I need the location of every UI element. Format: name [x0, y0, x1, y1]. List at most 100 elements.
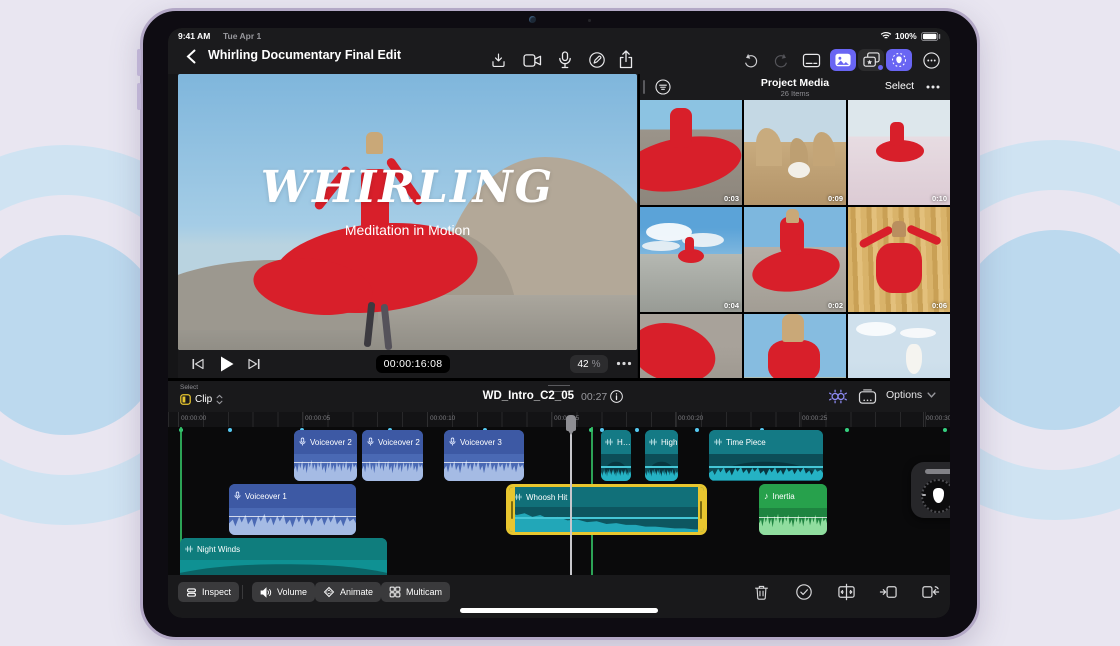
titles-button[interactable] [798, 49, 824, 71]
jog-wheel-button[interactable] [886, 49, 912, 71]
clip-voiceover2-b[interactable]: Voiceover 2 [362, 430, 423, 481]
import-icon[interactable] [490, 52, 507, 69]
undo-button[interactable] [738, 49, 764, 71]
media-thumbnail[interactable]: 0:03 [640, 100, 742, 205]
mic-clip-icon [449, 437, 456, 447]
clip-time-piece[interactable]: Time Piece [709, 430, 823, 481]
video-viewer[interactable]: WHIRLING Meditation in Motion [178, 74, 637, 350]
selected-clip-name: WD_Intro_C2_05 [418, 390, 574, 402]
clip-high-effect[interactable]: High… [645, 430, 678, 481]
clip-tool-label: Clip [195, 394, 212, 405]
clip-h-effect[interactable]: H… [601, 430, 631, 481]
trim-handle-left[interactable] [509, 487, 515, 532]
media-thumbnail[interactable] [640, 314, 742, 378]
tool-mode-label: Select [180, 384, 198, 391]
waveform-clip-icon [649, 437, 657, 447]
delete-button[interactable] [753, 583, 770, 601]
clip-tool-dropdown[interactable]: Clip [180, 394, 223, 405]
clip-voiceover2-a[interactable]: Voiceover 2 [294, 430, 357, 481]
clip-inertia[interactable]: ♪ Inertia [759, 484, 827, 535]
options-dropdown[interactable]: Options [886, 389, 936, 401]
timeline-tracks[interactable]: Voiceover 2 Voiceover 2 Voiceover 3 [168, 427, 950, 575]
skip-forward-icon[interactable] [248, 358, 260, 370]
viewer-more-icon[interactable] [616, 361, 632, 366]
media-thumbnail[interactable]: 0:06 [848, 207, 950, 312]
jog-wheel-dial[interactable] [921, 479, 950, 513]
multicam-button[interactable]: Multicam [381, 582, 450, 602]
camera-icon[interactable] [523, 53, 542, 68]
waveform-clip-icon [605, 437, 613, 447]
ruler-tick: 00:00:20 [678, 415, 703, 422]
volume-label: Volume [277, 587, 307, 597]
clip-tool-icon [180, 394, 191, 405]
skip-back-icon[interactable] [192, 358, 204, 370]
playhead-line[interactable] [570, 427, 572, 575]
zoom-level-control[interactable]: 42 % [570, 355, 608, 373]
split-clip-button[interactable] [837, 583, 856, 601]
approve-button[interactable] [795, 583, 813, 601]
options-label: Options [886, 389, 922, 401]
microphone-icon[interactable] [558, 51, 572, 69]
connect-clips-button[interactable] [828, 388, 848, 405]
clip-label: Voiceover 3 [460, 438, 502, 447]
screen: 9:41 AM Tue Apr 1 100% Whirling Document… [168, 28, 950, 618]
playhead-handle[interactable] [566, 415, 576, 431]
animate-label: Animate [340, 587, 373, 597]
media-thumbnail[interactable] [744, 314, 846, 378]
volume-button[interactable]: Volume [252, 582, 315, 602]
toolbar-divider [242, 585, 243, 599]
speaker-icon [260, 587, 272, 598]
trim-handle-right[interactable] [698, 487, 704, 532]
media-item-count: 26 Items [710, 89, 880, 98]
back-button[interactable] [186, 49, 197, 64]
panel-drag-handle[interactable] [643, 80, 645, 94]
share-icon[interactable] [618, 50, 634, 69]
append-clip-button[interactable] [921, 583, 940, 601]
clip-label: Inertia [773, 492, 795, 501]
inspect-button[interactable]: Inspect [178, 582, 239, 602]
transport-bar: 00:00:16:08 42 % [178, 350, 637, 378]
animate-button[interactable]: Animate [315, 582, 381, 602]
multicam-angles-button[interactable] [858, 389, 877, 405]
clip-voiceover1[interactable]: Voiceover 1 [229, 484, 356, 535]
media-thumbnail[interactable]: 0:04 [640, 207, 742, 312]
top-toolbar: 9:41 AM Tue Apr 1 100% Whirling Document… [168, 28, 950, 74]
jog-wheel[interactable] [911, 462, 950, 518]
media-thumbnail[interactable]: 0:09 [744, 100, 846, 205]
media-grid: 0:03 0:09 0:10 0:04 [640, 100, 950, 378]
clip-info-button[interactable] [609, 389, 624, 404]
ipad-device: 9:41 AM Tue Apr 1 100% Whirling Document… [140, 8, 980, 640]
clip-label: Voiceover 1 [245, 492, 287, 501]
clips-library-button[interactable] [858, 49, 884, 71]
timecode-display[interactable]: 00:00:16:08 [376, 355, 450, 373]
media-thumbnail[interactable] [848, 314, 950, 378]
chevron-down-icon [927, 392, 936, 398]
timeline-ruler[interactable]: 00:00:00 00:00:05 00:00:10 00:00:15 00:0… [168, 412, 950, 427]
media-browser-button[interactable] [830, 49, 856, 71]
notification-dot [878, 65, 883, 70]
multicam-grid-icon [389, 586, 401, 598]
jog-wheel-handle[interactable] [925, 469, 950, 474]
clip-voiceover3[interactable]: Voiceover 3 [444, 430, 524, 481]
timeline-header: Select Clip WD_Intro_C2_05 00:27 [168, 380, 950, 412]
media-more-icon[interactable] [926, 85, 940, 89]
clip-label: High… [661, 438, 678, 447]
volume-up-button [137, 49, 141, 76]
more-options-button[interactable] [918, 49, 944, 71]
redo-button[interactable] [768, 49, 794, 71]
insert-clip-button[interactable] [879, 583, 898, 601]
filter-icon[interactable] [654, 78, 672, 96]
media-panel-header: Project Media 26 Items Select [640, 74, 950, 100]
media-thumbnail[interactable]: 0:02 [744, 207, 846, 312]
home-indicator[interactable] [460, 608, 658, 613]
media-thumbnail[interactable]: 0:10 [848, 100, 950, 205]
clip-label: Voiceover 2 [310, 438, 352, 447]
clip-whoosh-hit-selected[interactable]: Whoosh Hit [506, 484, 707, 535]
inspect-label: Inspect [202, 587, 231, 597]
annotate-icon[interactable] [588, 51, 606, 69]
marker-dot [943, 428, 947, 432]
play-button[interactable] [220, 356, 234, 372]
battery-percent: 100% [895, 31, 917, 41]
select-button[interactable]: Select [885, 80, 914, 92]
clip-night-winds[interactable]: Night Winds [180, 538, 387, 575]
